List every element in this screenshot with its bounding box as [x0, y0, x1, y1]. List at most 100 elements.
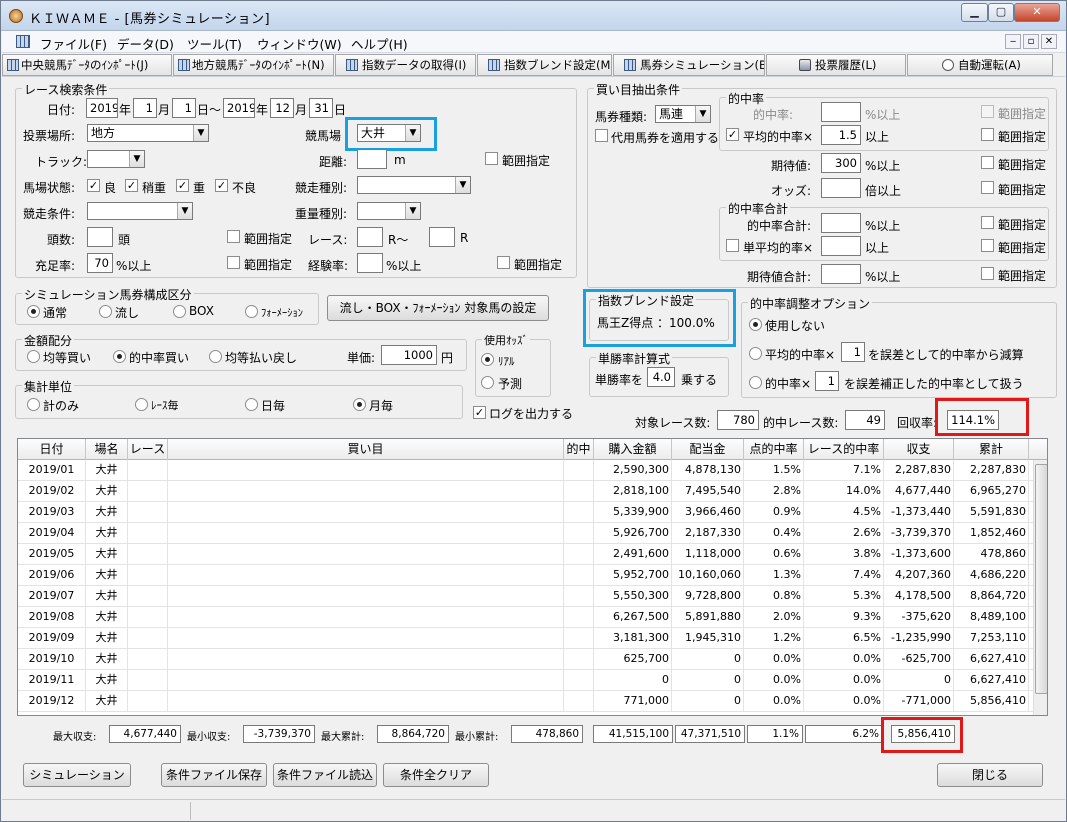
sim-nagashi-radio[interactable] — [99, 305, 112, 318]
menu-window[interactable]: ウィンドウ(W) — [257, 34, 342, 53]
venue-select[interactable]: 地方 ▼ — [87, 124, 209, 142]
ev-sum-field[interactable] — [821, 264, 861, 284]
money-equal-payout-radio[interactable] — [209, 350, 222, 363]
minimize-button[interactable]: ▁ — [961, 3, 988, 22]
auto-run-button[interactable]: 自動運転(A) — [907, 54, 1053, 76]
race-type-select[interactable]: ▼ — [357, 176, 471, 194]
setup-target-horses-button[interactable]: 流し・BOX・ﾌｫｰﾒｰｼｮﾝ 対象馬の設定 — [327, 295, 549, 321]
agg-day-radio[interactable] — [245, 398, 258, 411]
cond-bad-checkbox[interactable]: ✓ — [215, 179, 228, 192]
log-output-checkbox[interactable]: ✓ — [473, 406, 486, 419]
from-year-field[interactable]: 2019 — [86, 98, 118, 118]
simulate-button[interactable]: シミュレーション — [23, 763, 131, 787]
substitute-checkbox[interactable] — [595, 129, 608, 142]
exp-range-checkbox[interactable] — [497, 256, 510, 269]
results-table[interactable]: 日付 場名 レース 買い目 的中 購入金額 配当金 点的中率 レース的中率 収支 累計 2019/0… — [17, 438, 1048, 716]
odds-real-radio[interactable] — [481, 353, 494, 366]
load-conditions-button[interactable]: 条件ファイル読込 — [273, 763, 377, 787]
adjust-none-radio[interactable] — [749, 318, 762, 331]
mdi-restore-icon[interactable]: ▫ — [1023, 34, 1039, 49]
fill-range-checkbox[interactable] — [227, 256, 240, 269]
column-header-race[interactable]: レース — [128, 439, 168, 460]
cond-slightly-heavy-checkbox[interactable]: ✓ — [125, 179, 138, 192]
table-row[interactable]: 2019/10 大井 625,700 0 0.0% 0.0% -625,700 6,627,4… — [18, 649, 1033, 670]
table-row[interactable]: 2019/05 大井 2,491,600 1,118,000 0.6% 3.8% -1,37… — [18, 544, 1033, 565]
cond-good-checkbox[interactable]: ✓ — [87, 179, 100, 192]
money-equal-radio[interactable] — [27, 350, 40, 363]
adjust-correct-radio[interactable] — [749, 376, 762, 389]
adjust-correct-field[interactable]: 1 — [815, 371, 839, 391]
from-day-field[interactable]: 1 — [172, 98, 196, 118]
single-win-field[interactable]: 4.0 — [647, 367, 675, 387]
race-from-field[interactable] — [357, 227, 383, 247]
column-header-point-hit-rate[interactable]: 点的中率 — [744, 439, 804, 460]
column-header-bet-combination[interactable]: 買い目 — [168, 439, 564, 460]
hit-range-checkbox[interactable] — [981, 105, 994, 118]
blend-settings-button[interactable]: 指数ブレンド設定(M) — [477, 54, 612, 76]
to-year-field[interactable]: 2019 — [223, 98, 255, 118]
close-button[interactable]: 閉じる — [937, 763, 1043, 787]
sum-hit-field[interactable] — [821, 213, 861, 233]
mdi-close-icon[interactable]: ✕ — [1041, 34, 1057, 49]
column-header-cumulative[interactable]: 累計 — [954, 439, 1029, 460]
menu-data[interactable]: データ(D) — [117, 34, 174, 53]
ev-field[interactable]: 300 — [821, 153, 861, 173]
odds-range-checkbox[interactable] — [981, 181, 994, 194]
distance-field[interactable] — [357, 149, 387, 169]
avg-hit-field[interactable]: 1.5 — [821, 125, 861, 145]
sim-formation-radio[interactable] — [245, 305, 258, 318]
heads-field[interactable] — [87, 227, 113, 247]
heads-range-checkbox[interactable] — [227, 230, 240, 243]
weight-select[interactable]: ▼ — [357, 202, 421, 220]
import-local-button[interactable]: 地方競馬ﾃﾞｰﾀのｲﾝﾎﾟｰﾄ(N) — [173, 54, 334, 76]
maximize-button[interactable]: ▢ — [988, 3, 1014, 22]
column-header-venue[interactable]: 場名 — [86, 439, 128, 460]
table-row[interactable]: 2019/06 大井 5,952,700 10,160,060 1.3% 7.4% 4,20… — [18, 565, 1033, 586]
odds-field[interactable] — [821, 178, 861, 198]
save-conditions-button[interactable]: 条件ファイル保存 — [161, 763, 267, 787]
odds-predict-radio[interactable] — [481, 376, 494, 389]
avg-hit-range-checkbox[interactable] — [981, 128, 994, 141]
distance-range-checkbox[interactable] — [485, 152, 498, 165]
adjust-subtract-radio[interactable] — [749, 347, 762, 360]
column-header-purchase-amount[interactable]: 購入金額 — [594, 439, 672, 460]
import-central-button[interactable]: 中央競馬ﾃﾞｰﾀのｲﾝﾎﾟｰﾄ(J) — [2, 54, 172, 76]
from-month-field[interactable]: 1 — [133, 98, 157, 118]
close-window-button[interactable]: ✕ — [1014, 3, 1060, 22]
menu-tools[interactable]: ツール(T) — [187, 34, 242, 53]
sim-box-radio[interactable] — [173, 305, 186, 318]
column-header-payout[interactable]: 配当金 — [672, 439, 744, 460]
money-hit-rate-radio[interactable] — [113, 350, 126, 363]
single-avg-range-checkbox[interactable] — [981, 239, 994, 252]
table-row[interactable]: 2019/01 大井 2,590,300 4,878,130 1.5% 7.1% 2,287… — [18, 460, 1033, 481]
vertical-scrollbar[interactable] — [1033, 460, 1047, 715]
column-header-race-hit-rate[interactable]: レース的中率 — [804, 439, 884, 460]
avg-hit-checkbox[interactable]: ✓ — [726, 128, 739, 141]
agg-total-radio[interactable] — [27, 398, 40, 411]
simulation-button[interactable]: 馬券シミュレーション(B) — [613, 54, 765, 76]
table-row[interactable]: 2019/02 大井 2,818,100 7,495,540 2.8% 14.0% 4,67… — [18, 481, 1033, 502]
table-row[interactable]: 2019/04 大井 5,926,700 2,187,330 0.4% 2.6% -3,73… — [18, 523, 1033, 544]
race-to-field[interactable] — [429, 227, 455, 247]
fetch-index-button[interactable]: 指数データの取得(I) — [335, 54, 476, 76]
exp-rate-field[interactable] — [357, 253, 383, 273]
scrollbar-thumb[interactable] — [1035, 464, 1047, 694]
column-header-date[interactable]: 日付 — [18, 439, 86, 460]
hit-rate-field[interactable] — [821, 102, 861, 122]
menu-file[interactable]: ファイル(F) — [40, 34, 107, 53]
agg-race-radio[interactable] — [135, 398, 148, 411]
single-avg-checkbox[interactable] — [726, 239, 739, 252]
menu-help[interactable]: ヘルプ(H) — [351, 34, 408, 53]
column-header-hit[interactable]: 的中 — [564, 439, 594, 460]
agg-month-radio[interactable] — [353, 398, 366, 411]
column-header-profit[interactable]: 収支 — [884, 439, 954, 460]
vote-history-button[interactable]: 投票履歴(L) — [766, 54, 906, 76]
adjust-subtract-field[interactable]: 1 — [841, 342, 865, 362]
to-month-field[interactable]: 12 — [270, 98, 294, 118]
table-row[interactable]: 2019/11 大井 0 0 0.0% 0.0% 0 6,627,410 — [18, 670, 1033, 691]
to-day-field[interactable]: 31 — [309, 98, 333, 118]
sum-hit-range-checkbox[interactable] — [981, 216, 994, 229]
fill-rate-field[interactable]: 70 — [87, 253, 113, 273]
track-select[interactable]: ▼ — [87, 150, 145, 168]
table-row[interactable]: 2019/08 大井 6,267,500 5,891,880 2.0% 9.3% -375,… — [18, 607, 1033, 628]
